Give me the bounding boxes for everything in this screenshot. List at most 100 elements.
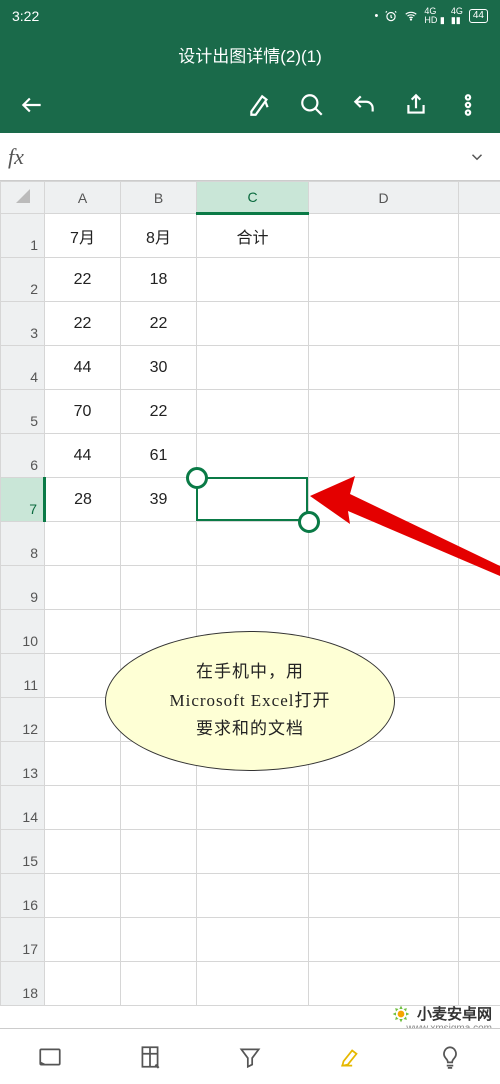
row-header-6[interactable]: 6 bbox=[1, 434, 45, 478]
cell-B5[interactable]: 22 bbox=[121, 390, 197, 434]
cell-E14[interactable] bbox=[459, 786, 500, 830]
row-header-11[interactable]: 11 bbox=[1, 654, 45, 698]
row-header-9[interactable]: 9 bbox=[1, 566, 45, 610]
col-header-d[interactable]: D bbox=[309, 182, 459, 214]
ideas-button[interactable] bbox=[400, 1029, 500, 1084]
cell-A13[interactable] bbox=[45, 742, 121, 786]
cell-D3[interactable] bbox=[309, 302, 459, 346]
cell-B1[interactable]: 8月 bbox=[121, 214, 197, 258]
row-header-1[interactable]: 1 bbox=[1, 214, 45, 258]
row-header-13[interactable]: 13 bbox=[1, 742, 45, 786]
cell-C18[interactable] bbox=[197, 962, 309, 1006]
row-header-17[interactable]: 17 bbox=[1, 918, 45, 962]
cell-A5[interactable]: 70 bbox=[45, 390, 121, 434]
cell-B17[interactable] bbox=[121, 918, 197, 962]
filter-button[interactable] bbox=[200, 1029, 300, 1084]
cell-D4[interactable] bbox=[309, 346, 459, 390]
cell-C5[interactable] bbox=[197, 390, 309, 434]
cell-A17[interactable] bbox=[45, 918, 121, 962]
spreadsheet-grid[interactable]: A B C D 17月8月合计2221832222444305702264461… bbox=[0, 181, 500, 1006]
expand-formula-button[interactable] bbox=[462, 148, 492, 166]
cell-D7[interactable] bbox=[309, 478, 459, 522]
search-button[interactable] bbox=[290, 83, 334, 127]
cell-A10[interactable] bbox=[45, 610, 121, 654]
cell-D9[interactable] bbox=[309, 566, 459, 610]
select-all-corner[interactable] bbox=[1, 182, 45, 214]
cell-A15[interactable] bbox=[45, 830, 121, 874]
col-header-a[interactable]: A bbox=[45, 182, 121, 214]
cell-E18[interactable] bbox=[459, 962, 500, 1006]
row-header-2[interactable]: 2 bbox=[1, 258, 45, 302]
cell-E8[interactable] bbox=[459, 522, 500, 566]
cell-B4[interactable]: 30 bbox=[121, 346, 197, 390]
cell-E6[interactable] bbox=[459, 434, 500, 478]
cell-C8[interactable] bbox=[197, 522, 309, 566]
cell-B6[interactable]: 61 bbox=[121, 434, 197, 478]
cell-C3[interactable] bbox=[197, 302, 309, 346]
cell-B9[interactable] bbox=[121, 566, 197, 610]
cell-E3[interactable] bbox=[459, 302, 500, 346]
cell-D18[interactable] bbox=[309, 962, 459, 1006]
row-header-8[interactable]: 8 bbox=[1, 522, 45, 566]
cell-E9[interactable] bbox=[459, 566, 500, 610]
cell-A7[interactable]: 28 bbox=[45, 478, 121, 522]
cell-A18[interactable] bbox=[45, 962, 121, 1006]
cell-C15[interactable] bbox=[197, 830, 309, 874]
cell-E11[interactable] bbox=[459, 654, 500, 698]
cell-C2[interactable] bbox=[197, 258, 309, 302]
cell-B14[interactable] bbox=[121, 786, 197, 830]
cell-C6[interactable] bbox=[197, 434, 309, 478]
cell-C16[interactable] bbox=[197, 874, 309, 918]
share-button[interactable] bbox=[394, 83, 438, 127]
cell-C17[interactable] bbox=[197, 918, 309, 962]
cell-C1[interactable]: 合计 bbox=[197, 214, 309, 258]
row-header-15[interactable]: 15 bbox=[1, 830, 45, 874]
cell-D5[interactable] bbox=[309, 390, 459, 434]
cell-B18[interactable] bbox=[121, 962, 197, 1006]
highlight-button[interactable] bbox=[300, 1029, 400, 1084]
cell-E13[interactable] bbox=[459, 742, 500, 786]
cell-C14[interactable] bbox=[197, 786, 309, 830]
undo-button[interactable] bbox=[342, 83, 386, 127]
cell-D6[interactable] bbox=[309, 434, 459, 478]
col-header-b[interactable]: B bbox=[121, 182, 197, 214]
cell-B16[interactable] bbox=[121, 874, 197, 918]
back-button[interactable] bbox=[10, 83, 54, 127]
cell-E2[interactable] bbox=[459, 258, 500, 302]
cell-B8[interactable] bbox=[121, 522, 197, 566]
cell-B2[interactable]: 18 bbox=[121, 258, 197, 302]
cell-E5[interactable] bbox=[459, 390, 500, 434]
sheet-button[interactable] bbox=[0, 1029, 100, 1084]
layout-button[interactable] bbox=[100, 1029, 200, 1084]
cell-A1[interactable]: 7月 bbox=[45, 214, 121, 258]
cell-C9[interactable] bbox=[197, 566, 309, 610]
row-header-10[interactable]: 10 bbox=[1, 610, 45, 654]
cell-A9[interactable] bbox=[45, 566, 121, 610]
col-header-c[interactable]: C bbox=[197, 182, 309, 214]
cell-E1[interactable] bbox=[459, 214, 500, 258]
more-button[interactable] bbox=[446, 83, 490, 127]
cell-A2[interactable]: 22 bbox=[45, 258, 121, 302]
cell-E16[interactable] bbox=[459, 874, 500, 918]
cell-A8[interactable] bbox=[45, 522, 121, 566]
cell-D15[interactable] bbox=[309, 830, 459, 874]
cell-D2[interactable] bbox=[309, 258, 459, 302]
cell-A6[interactable]: 44 bbox=[45, 434, 121, 478]
cell-E4[interactable] bbox=[459, 346, 500, 390]
fx-label[interactable]: fx bbox=[8, 144, 48, 170]
row-header-16[interactable]: 16 bbox=[1, 874, 45, 918]
cell-E12[interactable] bbox=[459, 698, 500, 742]
row-header-14[interactable]: 14 bbox=[1, 786, 45, 830]
cell-D16[interactable] bbox=[309, 874, 459, 918]
cell-A3[interactable]: 22 bbox=[45, 302, 121, 346]
edit-style-button[interactable] bbox=[238, 83, 282, 127]
cell-A4[interactable]: 44 bbox=[45, 346, 121, 390]
cell-D8[interactable] bbox=[309, 522, 459, 566]
cell-D17[interactable] bbox=[309, 918, 459, 962]
row-header-12[interactable]: 12 bbox=[1, 698, 45, 742]
cell-B15[interactable] bbox=[121, 830, 197, 874]
cell-A16[interactable] bbox=[45, 874, 121, 918]
cell-B7[interactable]: 39 bbox=[121, 478, 197, 522]
cell-D1[interactable] bbox=[309, 214, 459, 258]
cell-E10[interactable] bbox=[459, 610, 500, 654]
